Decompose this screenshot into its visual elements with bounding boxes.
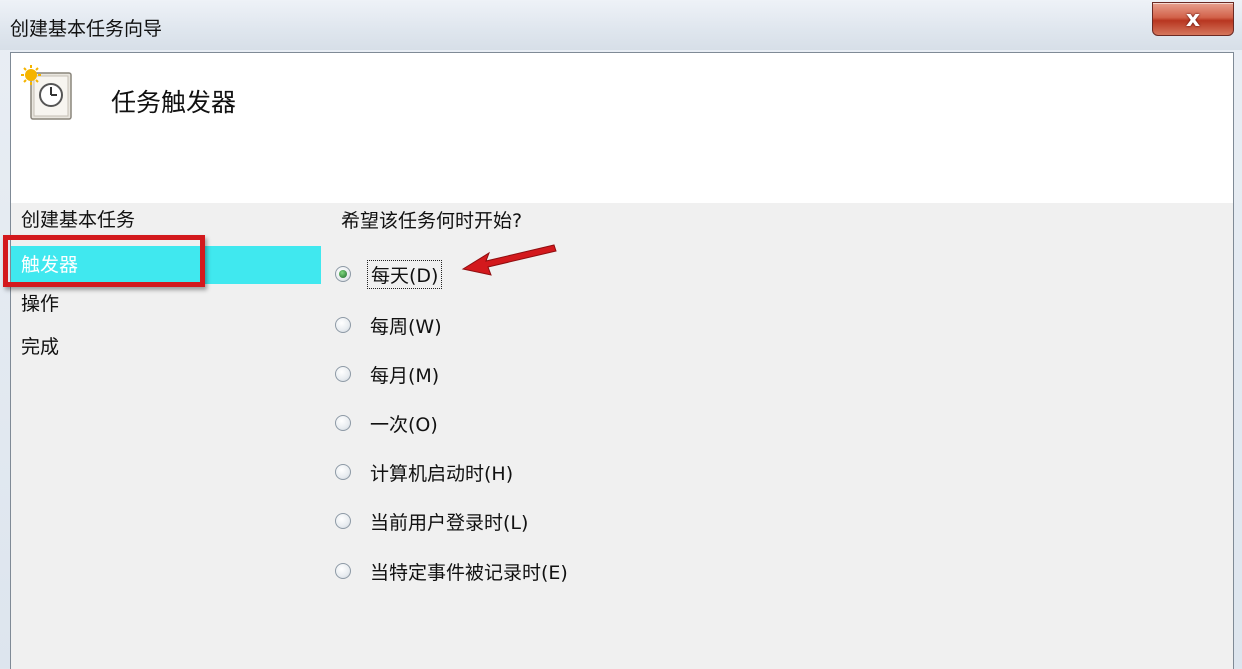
sidebar-item-label: 完成: [21, 336, 60, 358]
sidebar-item-create-basic-task[interactable]: 创建基本任务: [21, 201, 135, 239]
radio-label: 每月(M): [370, 364, 440, 387]
close-button[interactable]: x: [1152, 2, 1234, 36]
radio-button[interactable]: [335, 563, 351, 579]
title-bar[interactable]: 创建基本任务向导 x: [0, 0, 1242, 50]
red-highlight-annotation: [3, 235, 205, 287]
radio-button[interactable]: [335, 513, 351, 529]
wizard-client-area: 任务触发器 创建基本任务 触发器 操作 完成 希望该任务何时开始? 每天(D) …: [3, 52, 1234, 669]
task-scheduler-clock-icon: [21, 65, 72, 120]
page-title: 任务触发器: [111, 88, 237, 117]
radio-label: 当特定事件被记录时(E): [370, 561, 568, 584]
radio-button[interactable]: [335, 415, 351, 431]
radio-button-checked[interactable]: [335, 266, 351, 282]
radio-button[interactable]: [335, 366, 351, 382]
sidebar-item-action[interactable]: 操作: [21, 285, 59, 323]
wizard-header: 任务触发器: [11, 53, 1233, 203]
radio-option-monthly[interactable]: 每月(M): [335, 356, 442, 392]
radio-label: 一次(O): [370, 413, 438, 436]
sidebar-item-finish[interactable]: 完成: [21, 328, 59, 366]
radio-label: 每天(D): [367, 259, 443, 289]
radio-option-on-logon[interactable]: 当前用户登录时(L): [335, 503, 531, 539]
radio-option-on-event[interactable]: 当特定事件被记录时(E): [335, 553, 571, 589]
radio-button[interactable]: [335, 464, 351, 480]
radio-button[interactable]: [335, 317, 351, 333]
sidebar-item-label: 操作: [21, 293, 60, 315]
radio-label: 当前用户登录时(L): [370, 511, 529, 534]
red-arrow-annotation: [461, 244, 557, 276]
window-title: 创建基本任务向导: [10, 18, 163, 40]
radio-label: 每周(W): [370, 315, 442, 338]
radio-option-weekly[interactable]: 每周(W): [335, 307, 445, 343]
sidebar-item-label: 创建基本任务: [21, 209, 136, 231]
start-question: 希望该任务何时开始?: [341, 210, 523, 232]
radio-label: 计算机启动时(H): [370, 462, 514, 485]
radio-option-daily[interactable]: 每天(D): [335, 256, 443, 292]
close-icon: x: [1185, 6, 1201, 32]
radio-option-on-startup[interactable]: 计算机启动时(H): [335, 454, 516, 490]
wizard-window: 创建基本任务向导 x 任务触发器 创建基本任务 触发器 操作 完成 希望该任务何…: [0, 0, 1242, 669]
radio-option-once[interactable]: 一次(O): [335, 405, 441, 441]
